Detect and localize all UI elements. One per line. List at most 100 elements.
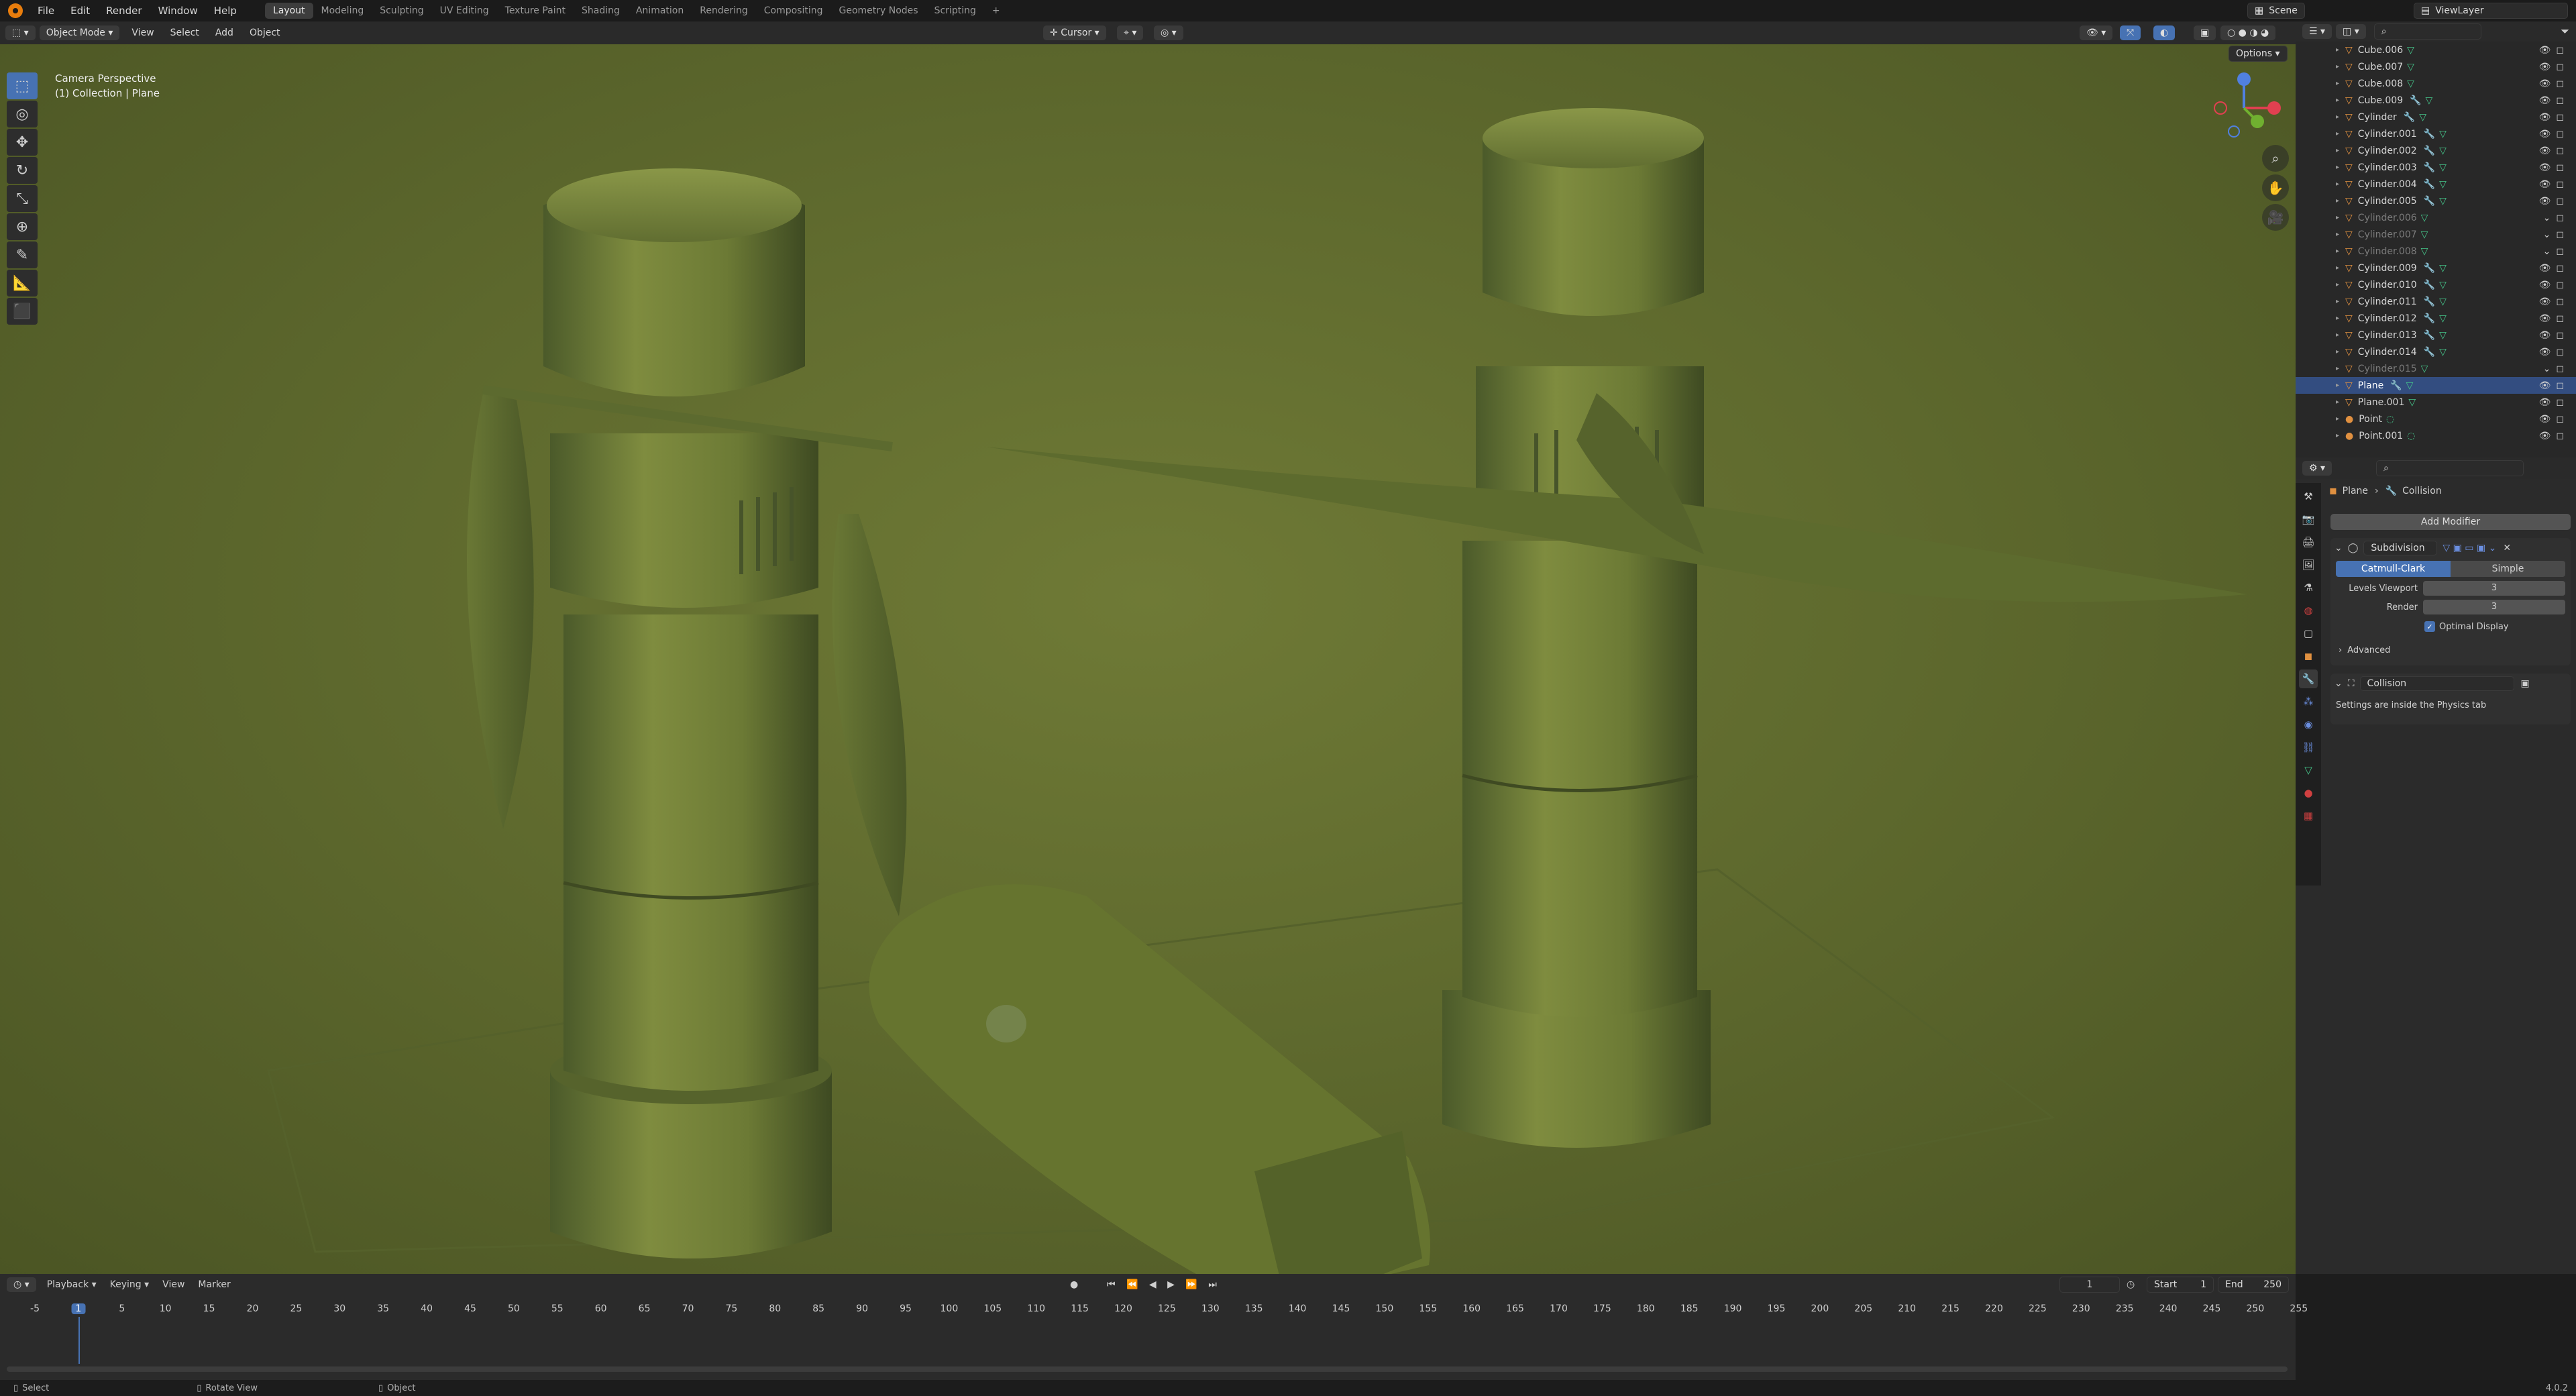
measure-tool[interactable]: 📐 <box>7 270 38 297</box>
tab-modeling[interactable]: Modeling <box>313 3 372 19</box>
tab-animation[interactable]: Animation <box>628 3 692 19</box>
mesh-data-icon[interactable]: ▽ <box>2439 146 2447 156</box>
tab-rendering[interactable]: Rendering <box>692 3 756 19</box>
scale-tool[interactable]: ⤡ <box>7 185 38 212</box>
collection-tab-icon[interactable]: ▢ <box>2299 624 2318 643</box>
mesh-data-icon[interactable]: ▽ <box>2421 364 2428 374</box>
visibility-icons[interactable]: 👁◻ <box>2539 330 2569 341</box>
expand-arrow-icon[interactable]: ▸ <box>2336 180 2339 188</box>
subdivision-header[interactable]: ⌄ ◯ Subdivision ▽ ▣ ▭ ▣ ⌄ ✕ <box>2330 538 2571 558</box>
simple-button[interactable]: Simple <box>2451 561 2565 577</box>
outliner-search-input[interactable]: ⌕ <box>2373 23 2481 40</box>
viewport-menu-select[interactable]: Select <box>162 28 207 38</box>
outliner-row[interactable]: ▸ ● Point ◌ 👁◻ <box>2296 411 2576 427</box>
outliner-row[interactable]: ▸ ▽ Cylinder.006 ▽ ⌄◻ <box>2296 209 2576 226</box>
menu-help[interactable]: Help <box>206 5 245 17</box>
visibility-icons[interactable]: 👁◻ <box>2539 263 2569 274</box>
annotate-tool[interactable]: ✎ <box>7 241 38 268</box>
advanced-subpanel[interactable]: › Advanced <box>2339 645 2563 655</box>
collision-name-field[interactable]: Collision <box>2359 676 2514 691</box>
display-mode[interactable]: ◫ ▾ <box>2336 24 2366 39</box>
visibility-icons[interactable]: 👁◻ <box>2539 146 2569 156</box>
close-icon[interactable]: ✕ <box>2503 543 2511 553</box>
outliner-row[interactable]: ▸ ▽ Cylinder.002 🔧 ▽ 👁◻ <box>2296 142 2576 159</box>
expand-arrow-icon[interactable]: ▸ <box>2336 348 2339 356</box>
outliner-row[interactable]: ▸ ▽ Cylinder.005 🔧 ▽ 👁◻ <box>2296 193 2576 209</box>
visibility-icons[interactable]: 👁◻ <box>2539 431 2569 441</box>
expand-arrow-icon[interactable]: ▸ <box>2336 365 2339 372</box>
modifier-icon[interactable]: 🔧 <box>2424 347 2435 358</box>
editor-type-button[interactable]: ⬚ ▾ <box>5 25 36 40</box>
menu-render[interactable]: Render <box>98 5 150 17</box>
outliner-row[interactable]: ▸ ▽ Cylinder.013 🔧 ▽ 👁◻ <box>2296 327 2576 343</box>
visibility-icons[interactable]: 👁◻ <box>2539 179 2569 190</box>
tab-uv-editing[interactable]: UV Editing <box>432 3 497 19</box>
outliner-row[interactable]: ▸ ▽ Plane.001 ▽ 👁◻ <box>2296 394 2576 411</box>
outliner-row[interactable]: ▸ ▽ Cylinder.010 🔧 ▽ 👁◻ <box>2296 276 2576 293</box>
visibility-icons[interactable]: 👁◻ <box>2539 112 2569 123</box>
modifier-icon[interactable]: 🔧 <box>2424 179 2435 190</box>
visibility-icons[interactable]: ⌄◻ <box>2543 364 2569 374</box>
scene-tab-icon[interactable]: ⚗ <box>2299 578 2318 597</box>
material-tab-icon[interactable]: ● <box>2299 784 2318 802</box>
mesh-data-icon[interactable]: ▽ <box>2421 246 2428 257</box>
snap-toggle[interactable]: ⌖ ▾ <box>1117 25 1144 40</box>
outliner-row[interactable]: ▸ ● Point.001 ◌ 👁◻ <box>2296 427 2576 444</box>
select-box-tool[interactable]: ⬚ <box>7 72 38 99</box>
modifier-icon[interactable]: 🔧 <box>2424 313 2435 324</box>
shading-modes[interactable]: ○ ● ◑ ◕ <box>2220 25 2276 40</box>
outliner-row[interactable]: ▸ ▽ Cylinder.014 🔧 ▽ 👁◻ <box>2296 343 2576 360</box>
outliner-row[interactable]: ▸ ▽ Cylinder.007 ▽ ⌄◻ <box>2296 226 2576 243</box>
mesh-data-icon[interactable]: ▽ <box>2439 179 2447 190</box>
mesh-data-icon[interactable]: ▽ <box>2419 112 2426 123</box>
pivot-selector[interactable]: ✛ Cursor ▾ <box>1043 25 1106 40</box>
mesh-data-icon[interactable]: ▽ <box>2439 297 2447 307</box>
mesh-data-icon[interactable]: ▽ <box>2408 397 2416 408</box>
visibility-icons[interactable]: 👁◻ <box>2539 95 2569 106</box>
object-tab-icon[interactable]: ◼ <box>2299 647 2318 665</box>
expand-arrow-icon[interactable]: ▸ <box>2336 264 2339 272</box>
tab-scripting[interactable]: Scripting <box>926 3 984 19</box>
expand-arrow-icon[interactable]: ▸ <box>2336 80 2339 87</box>
menu-window[interactable]: Window <box>150 5 206 17</box>
tab-geometry-nodes[interactable]: Geometry Nodes <box>831 3 926 19</box>
visibility-icons[interactable]: 👁◻ <box>2539 297 2569 307</box>
outliner-row[interactable]: ▸ ▽ Cube.007 ▽ 👁◻ <box>2296 58 2576 75</box>
mesh-data-icon[interactable]: ◌ <box>2386 414 2394 425</box>
visibility-icons[interactable]: 👁◻ <box>2539 280 2569 290</box>
expand-arrow-icon[interactable]: ▸ <box>2336 97 2339 104</box>
outliner-row[interactable]: ▸ ▽ Cylinder.001 🔧 ▽ 👁◻ <box>2296 125 2576 142</box>
visibility-icons[interactable]: ⌄◻ <box>2543 229 2569 240</box>
modifier-icon[interactable]: 🔧 <box>2424 280 2435 290</box>
expand-arrow-icon[interactable]: ▸ <box>2336 63 2339 70</box>
blender-logo-icon[interactable] <box>8 3 23 18</box>
tab-shading[interactable]: Shading <box>574 3 628 19</box>
expand-arrow-icon[interactable]: ▸ <box>2336 147 2339 154</box>
viewlayer-selector[interactable]: ▤ ViewLayer <box>2414 3 2568 19</box>
outliner-row[interactable]: ▸ ▽ Cylinder.003 🔧 ▽ 👁◻ <box>2296 159 2576 176</box>
visibility-icons[interactable]: 👁◻ <box>2539 196 2569 207</box>
overlay-toggle[interactable]: ◐ <box>2153 25 2176 40</box>
add-cube-tool[interactable]: ⬛ <box>7 298 38 325</box>
expand-arrow-icon[interactable]: ▸ <box>2336 214 2339 221</box>
modifier-icon[interactable]: 🔧 <box>2424 196 2435 207</box>
cursor-tool[interactable]: ◎ <box>7 101 38 127</box>
scene-selector[interactable]: ▦ Scene <box>2247 3 2305 19</box>
modifier-icon[interactable]: 🔧 <box>2424 146 2435 156</box>
xray-toggle[interactable]: ▣ <box>2194 25 2216 40</box>
camera-view-icon[interactable]: 🎥 <box>2262 204 2289 231</box>
expand-arrow-icon[interactable]: ▸ <box>2336 315 2339 322</box>
navigation-gizmo[interactable] <box>2207 71 2281 145</box>
collision-toggle-icon[interactable]: ▣ <box>2521 678 2530 689</box>
catmull-clark-button[interactable]: Catmull-Clark <box>2336 561 2451 577</box>
tab-layout[interactable]: Layout <box>264 3 313 19</box>
outliner-row[interactable]: ▸ ▽ Cylinder 🔧 ▽ 👁◻ <box>2296 109 2576 125</box>
proportional-edit-toggle[interactable]: ◎ ▾ <box>1154 25 1183 40</box>
mesh-data-icon[interactable]: ▽ <box>2406 380 2414 391</box>
modifier-icon[interactable]: 🔧 <box>2424 162 2435 173</box>
render-tab-icon[interactable]: 📷 <box>2299 510 2318 529</box>
constraints-tab-icon[interactable]: ⛓ <box>2299 738 2318 757</box>
visibility-icons[interactable]: 👁◻ <box>2539 78 2569 89</box>
mesh-data-icon[interactable]: ▽ <box>2439 162 2447 173</box>
visibility-icons[interactable]: ⌄◻ <box>2543 246 2569 257</box>
